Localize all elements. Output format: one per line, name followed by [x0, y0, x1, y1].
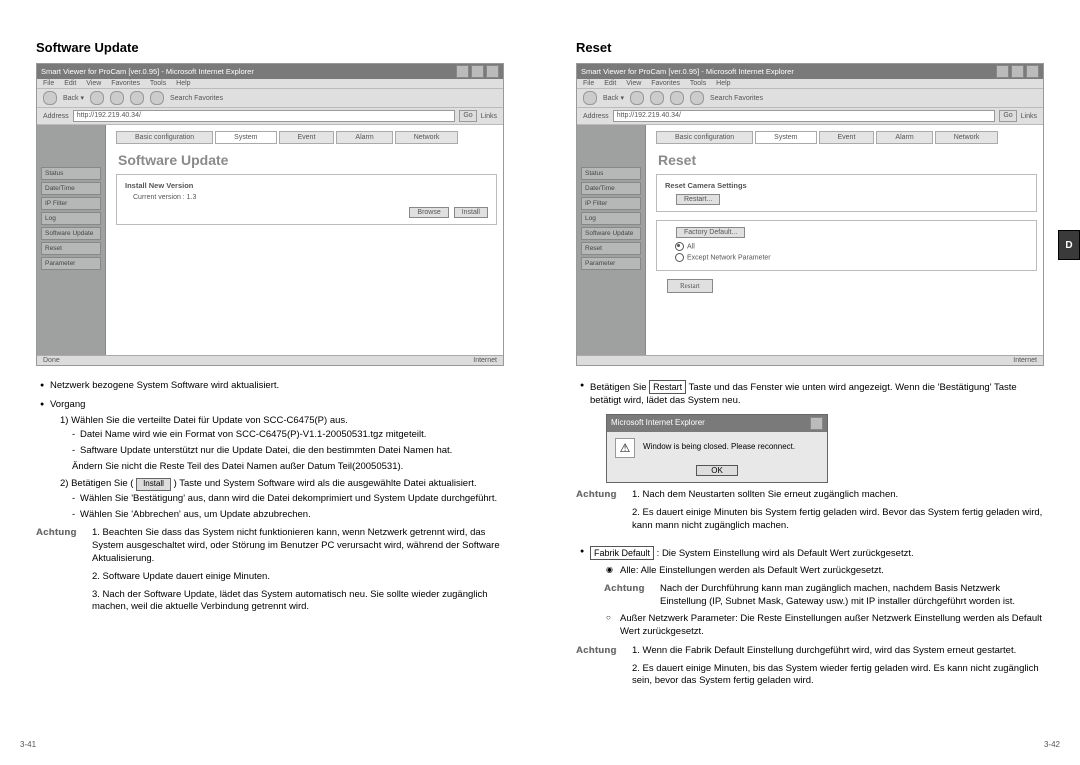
sidebar-item-parameter[interactable]: Parameter	[41, 257, 101, 270]
restart-button[interactable]: Restart...	[676, 194, 720, 205]
go-button[interactable]: Go	[459, 110, 476, 122]
sidebar-item-datetime[interactable]: Date/Time	[581, 182, 641, 195]
back-icon[interactable]	[583, 91, 597, 105]
ok-button[interactable]: OK	[696, 465, 738, 476]
close-icon[interactable]	[810, 417, 823, 430]
tab-network[interactable]: Network	[395, 131, 459, 144]
tab-basic[interactable]: Basic configuration	[116, 131, 213, 144]
ie-window-left: Smart Viewer for ProCam [ver.0.95] - Mic…	[36, 63, 504, 366]
tab-basic[interactable]: Basic configuration	[656, 131, 753, 144]
sidebar-item-reset[interactable]: Reset	[581, 242, 641, 255]
bullet: Betätigen Sie Restart Taste und das Fens…	[580, 380, 1044, 483]
radio-all[interactable]: All	[675, 242, 1028, 251]
left-title: Software Update	[36, 40, 504, 55]
restart-main-button[interactable]: Restart	[667, 279, 713, 293]
current-version: Current version : 1.3	[133, 194, 488, 201]
panel-title: Software Update	[116, 148, 497, 174]
max-icon[interactable]	[1011, 65, 1024, 78]
radio-except[interactable]: Except Network Parameter	[675, 253, 1028, 262]
ie-toolbar: Back ▾ Search Favorites	[37, 89, 503, 108]
tab-event[interactable]: Event	[819, 131, 875, 144]
fwd-icon[interactable]	[90, 91, 104, 105]
ie-addressbar: Address http://192.219.40.34/ Go Links	[37, 108, 503, 125]
sidebar: Status Date/Time IP Filter Log Software …	[37, 125, 106, 355]
close-icon[interactable]	[486, 65, 499, 78]
sidebar-item-datetime[interactable]: Date/Time	[41, 182, 101, 195]
achtung-label: Achtung	[36, 527, 92, 619]
step-1: 1) Wählen Sie die verteilte Datei für Up…	[60, 415, 504, 474]
sidebar-item-status[interactable]: Status	[581, 167, 641, 180]
tab-alarm[interactable]: Alarm	[336, 131, 392, 144]
stop-icon[interactable]	[650, 91, 664, 105]
sidebar-item-log[interactable]: Log	[581, 212, 641, 225]
tab-system[interactable]: System	[215, 131, 276, 144]
address-input[interactable]: http://192.219.40.34/	[613, 110, 996, 122]
sidebar-item-ipfilter[interactable]: IP Filter	[41, 197, 101, 210]
step-2: 2) Betätigen Sie ( Install ) Taste und S…	[60, 478, 504, 521]
ie-window-right: Smart Viewer for ProCam [ver.0.95] - Mic…	[576, 63, 1044, 366]
page-right: Reset Smart Viewer for ProCam [ver.0.95]…	[540, 0, 1080, 765]
page-left: Software Update Smart Viewer for ProCam …	[0, 0, 540, 765]
statusbar: Done Internet	[37, 355, 503, 365]
install-box: Install New Version Current version : 1.…	[116, 174, 497, 225]
stop-icon[interactable]	[110, 91, 124, 105]
install-button[interactable]: Install	[454, 207, 488, 218]
warning-icon: ⚠	[615, 438, 635, 458]
sidebar-item-reset[interactable]: Reset	[41, 242, 101, 255]
content-area: Basic configuration System Event Alarm N…	[106, 125, 503, 355]
refresh-icon[interactable]	[130, 91, 144, 105]
fabrik-default-button[interactable]: Fabrik Default	[590, 546, 654, 560]
achtung-block: Achtung 1. Beachten Sie dass das System …	[36, 527, 504, 619]
browse-button[interactable]: Browse	[409, 207, 448, 218]
install-label: Install New Version	[125, 181, 488, 190]
page-number-left: 3-41	[20, 740, 36, 749]
back-icon[interactable]	[43, 91, 57, 105]
reset-label: Reset Camera Settings	[665, 181, 1028, 190]
bullet: Vorgang 1) Wählen Sie die verteilte Date…	[40, 399, 504, 522]
factory-default-button[interactable]: Factory Default...	[676, 227, 745, 238]
go-button[interactable]: Go	[999, 110, 1016, 122]
tab-alarm[interactable]: Alarm	[876, 131, 932, 144]
home-icon[interactable]	[150, 91, 164, 105]
refresh-icon[interactable]	[670, 91, 684, 105]
restart-inline-button[interactable]: Restart	[649, 380, 686, 394]
tab-event[interactable]: Event	[279, 131, 335, 144]
ie-menubar: File Edit View Favorites Tools Help	[37, 79, 503, 89]
ie-title: Smart Viewer for ProCam [ver.0.95] - Mic…	[41, 67, 254, 76]
ie-titlebar: Smart Viewer for ProCam [ver.0.95] - Mic…	[37, 64, 503, 79]
sidebar-item-swupdate[interactable]: Software Update	[41, 227, 101, 240]
ie-dialog: Microsoft Internet Explorer ⚠Window is b…	[606, 414, 828, 484]
sidebar-item-ipfilter[interactable]: IP Filter	[581, 197, 641, 210]
option-all: Alle: Alle Einstellungen werden als Defa…	[606, 565, 1044, 578]
sidebar-item-parameter[interactable]: Parameter	[581, 257, 641, 270]
bullet: Fabrik Default : Die System Einstellung …	[580, 546, 1044, 639]
page-spread: D Software Update Smart Viewer for ProCa…	[0, 0, 1080, 765]
min-icon[interactable]	[456, 65, 469, 78]
left-bullets: Netzwerk bezogene System Software wird a…	[40, 380, 504, 521]
min-icon[interactable]	[996, 65, 1009, 78]
home-icon[interactable]	[690, 91, 704, 105]
sidebar-item-swupdate[interactable]: Software Update	[581, 227, 641, 240]
right-title: Reset	[576, 40, 1044, 55]
install-inline-button[interactable]: Install	[136, 478, 171, 491]
panel-title: Reset	[656, 148, 1037, 174]
option-except: Außer Netzwerk Parameter: Die Reste Eins…	[606, 613, 1044, 639]
fwd-icon[interactable]	[630, 91, 644, 105]
address-input[interactable]: http://192.219.40.34/	[73, 110, 456, 122]
tab-network[interactable]: Network	[935, 131, 999, 144]
tab-system[interactable]: System	[755, 131, 816, 144]
sidebar-item-status[interactable]: Status	[41, 167, 101, 180]
sidebar-item-log[interactable]: Log	[41, 212, 101, 225]
max-icon[interactable]	[471, 65, 484, 78]
close-icon[interactable]	[1026, 65, 1039, 78]
bullet: Netzwerk bezogene System Software wird a…	[40, 380, 504, 393]
page-number-right: 3-42	[1044, 740, 1060, 749]
